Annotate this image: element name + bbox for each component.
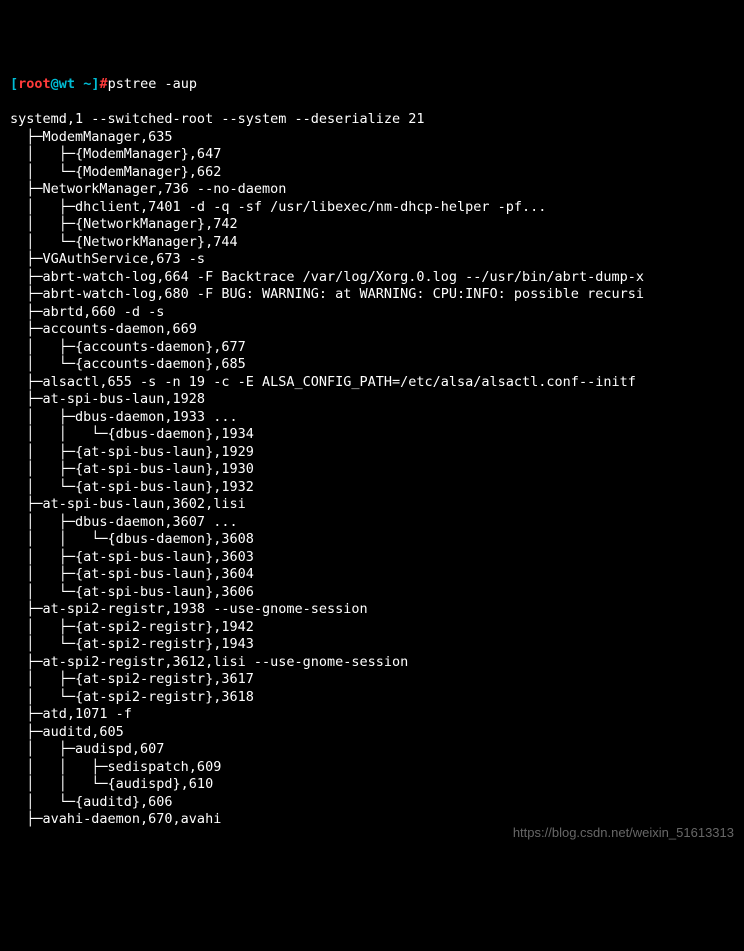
output-line: ├─auditd,605 [10,724,734,742]
command-text: pstree -aup [108,76,197,92]
output-line: │ ├─dbus-daemon,1933 ... [10,409,734,427]
output-line: │ └─{at-spi-bus-laun},3606 [10,584,734,602]
output-line: │ ├─audispd,607 [10,741,734,759]
output-line: │ ├─dhclient,7401 -d -q -sf /usr/libexec… [10,199,734,217]
output-line: │ │ └─{dbus-daemon},3608 [10,531,734,549]
prompt-hash: # [99,76,107,92]
prompt-user: root [18,76,51,92]
output-line: ├─VGAuthService,673 -s [10,251,734,269]
output-line: │ ├─{at-spi-bus-laun},1930 [10,461,734,479]
output-line: │ │ └─{dbus-daemon},1934 [10,426,734,444]
prompt-host: wt [59,76,75,92]
output-line: ├─ModemManager,635 [10,129,734,147]
output-line: ├─abrtd,660 -d -s [10,304,734,322]
output-line: │ └─{auditd},606 [10,794,734,812]
output-line: │ ├─{at-spi-bus-laun},3604 [10,566,734,584]
output-line: │ ├─{at-spi2-registr},3617 [10,671,734,689]
terminal-output: systemd,1 --switched-root --system --des… [10,111,734,829]
output-line: │ ├─{at-spi2-registr},1942 [10,619,734,637]
output-line: │ └─{NetworkManager},744 [10,234,734,252]
output-line: │ └─{ModemManager},662 [10,164,734,182]
bracket-open: [ [10,76,18,92]
prompt-space [75,76,83,92]
output-line: │ ├─{NetworkManager},742 [10,216,734,234]
output-line: │ │ └─{audispd},610 [10,776,734,794]
output-line: │ ├─{accounts-daemon},677 [10,339,734,357]
output-line: ├─abrt-watch-log,664 -F Backtrace /var/l… [10,269,734,287]
prompt-at: @ [51,76,59,92]
output-line: │ └─{at-spi-bus-laun},1932 [10,479,734,497]
output-line: │ └─{at-spi2-registr},3618 [10,689,734,707]
output-line: ├─abrt-watch-log,680 -F BUG: WARNING: at… [10,286,734,304]
output-line: ├─at-spi2-registr,1938 --use-gnome-sessi… [10,601,734,619]
output-line: │ ├─{at-spi-bus-laun},3603 [10,549,734,567]
output-line: │ └─{at-spi2-registr},1943 [10,636,734,654]
output-line: │ │ ├─sedispatch,609 [10,759,734,777]
output-line: ├─atd,1071 -f [10,706,734,724]
output-line: │ ├─{at-spi-bus-laun},1929 [10,444,734,462]
output-line: ├─at-spi-bus-laun,1928 [10,391,734,409]
output-line: ├─NetworkManager,736 --no-daemon [10,181,734,199]
output-line: │ ├─{ModemManager},647 [10,146,734,164]
watermark-text: https://blog.csdn.net/weixin_51613313 [513,824,734,842]
output-line: ├─at-spi2-registr,3612,lisi --use-gnome-… [10,654,734,672]
output-line: │ ├─dbus-daemon,3607 ... [10,514,734,532]
output-line: │ └─{accounts-daemon},685 [10,356,734,374]
output-line: ├─accounts-daemon,669 [10,321,734,339]
output-line: ├─alsactl,655 -s -n 19 -c -E ALSA_CONFIG… [10,374,734,392]
output-line: ├─at-spi-bus-laun,3602,lisi [10,496,734,514]
prompt-line[interactable]: [root@wt ~]#pstree -aup [10,76,734,94]
output-line: systemd,1 --switched-root --system --des… [10,111,734,129]
